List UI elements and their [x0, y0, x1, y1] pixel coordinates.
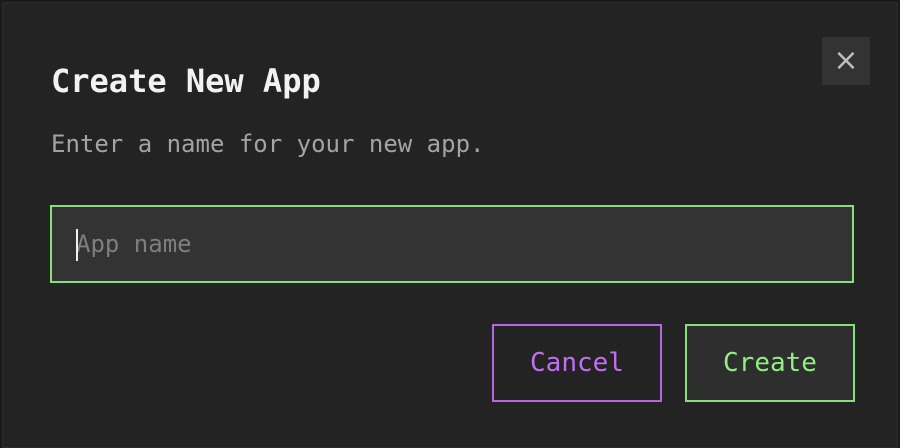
dialog-title: Create New App: [51, 62, 321, 100]
app-name-input[interactable]: [52, 207, 852, 281]
create-button[interactable]: Create: [685, 324, 855, 402]
close-button[interactable]: ×: [822, 37, 870, 85]
cancel-button[interactable]: Cancel: [492, 324, 662, 402]
close-icon: ×: [833, 43, 859, 78]
dialog-description: Enter a name for your new app.: [51, 130, 485, 158]
create-app-dialog: Create New App × Enter a name for your n…: [2, 2, 898, 448]
text-caret: [76, 229, 78, 261]
app-name-field[interactable]: [50, 205, 854, 283]
